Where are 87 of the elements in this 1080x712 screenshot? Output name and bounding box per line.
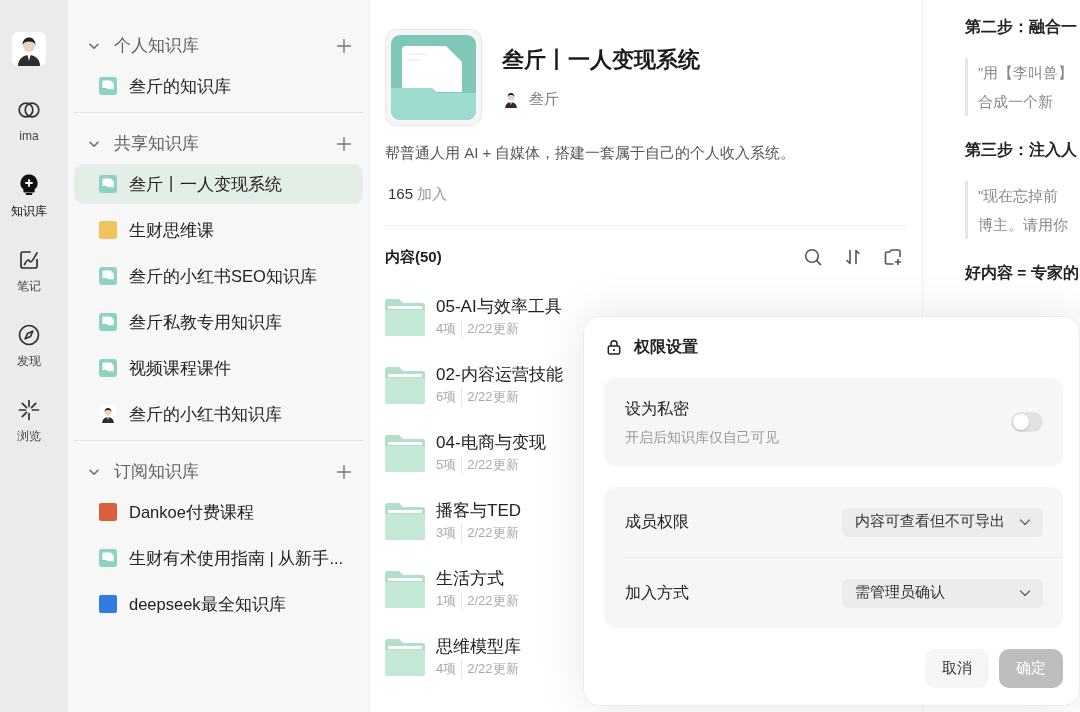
- chevron-down-icon: [1019, 587, 1031, 599]
- rail-tab[interactable]: ima: [6, 98, 52, 144]
- avatar-icon[interactable]: [12, 32, 46, 66]
- item-count: 4项: [436, 320, 457, 338]
- updated-date: 2/22更新: [461, 320, 519, 338]
- document-tile-icon: [99, 175, 117, 193]
- item-count: 3项: [436, 524, 457, 542]
- doc-quote: "现在忘掉前 博主。请用你: [965, 181, 1080, 239]
- dialog-title: 权限设置: [634, 337, 698, 357]
- plus-icon[interactable]: [337, 38, 351, 53]
- sidebar-item[interactable]: 叁斤丨一人变现系统: [74, 164, 363, 204]
- updated-date: 2/22更新: [461, 592, 519, 610]
- folder-icon: [385, 638, 425, 676]
- sidebar-item[interactable]: 视频课程课件: [74, 348, 363, 388]
- document-tile-icon: [99, 267, 117, 285]
- folder-add-icon[interactable]: [884, 248, 902, 266]
- doc-heading: 第三步：注入人: [965, 140, 1078, 160]
- rail-tab[interactable]: 知识库: [6, 173, 52, 219]
- folder-icon: [385, 570, 425, 608]
- author-name[interactable]: 叁斤: [529, 87, 559, 111]
- folder-icon: [385, 502, 425, 540]
- burst-icon: [17, 398, 41, 422]
- sidebar-item[interactable]: Dankoe付费课程: [74, 492, 363, 532]
- chevron-down-icon: [1019, 516, 1031, 528]
- item-count: 5项: [436, 456, 457, 474]
- updated-date: 2/22更新: [461, 388, 519, 406]
- section-title: 个人知识库: [114, 34, 199, 57]
- sidebar-item[interactable]: deepseek最全知识库: [74, 584, 363, 624]
- line-chart-icon: [17, 248, 41, 272]
- lock-icon: [606, 339, 622, 355]
- dropdown[interactable]: 需管理员确认: [842, 578, 1043, 608]
- setting-label: 成员权限: [625, 512, 689, 532]
- section-title: 共享知识库: [114, 132, 199, 155]
- avatar-icon: [99, 405, 117, 423]
- sidebar-item[interactable]: 叁斤私教专用知识库: [74, 302, 363, 342]
- folder-title[interactable]: 播客与TED: [436, 500, 521, 522]
- sort-icon[interactable]: [844, 248, 862, 266]
- setting-label: 加入方式: [625, 583, 689, 603]
- doc-heading: 第二步：融合一: [965, 17, 1078, 37]
- folder-icon: [385, 366, 425, 404]
- lightbulb-icon: [17, 173, 41, 197]
- folder-title[interactable]: 05-AI与效率工具: [436, 296, 562, 318]
- cancel-button[interactable]: 取消: [925, 649, 989, 688]
- sidebar-item[interactable]: 叁斤的知识库: [74, 66, 363, 106]
- folder-title[interactable]: 02-内容运营技能: [436, 364, 563, 386]
- compass-icon: [17, 323, 41, 347]
- sidebar-item[interactable]: 生财有术使用指南 | 从新手...: [74, 538, 363, 578]
- library-description: 帮普通人用 AI + 自媒体，搭建一套属于自己的个人收入系统。: [385, 143, 797, 163]
- updated-date: 2/22更新: [461, 524, 519, 542]
- document-tile-icon: [99, 359, 117, 377]
- doc-quote: "用【李叫兽】 合成一个新: [965, 58, 1080, 116]
- rail-tab[interactable]: 笔记: [6, 248, 52, 294]
- plus-icon[interactable]: [337, 464, 351, 479]
- toggle-switch[interactable]: [1011, 412, 1043, 432]
- document-tile-icon: [99, 77, 117, 95]
- sidebar-item[interactable]: 叁斤的小红书知识库: [74, 394, 363, 434]
- plus-icon[interactable]: [337, 136, 351, 151]
- content-heading: 内容(50): [385, 246, 442, 267]
- folder-title[interactable]: 思维模型库: [436, 636, 521, 658]
- folder-title[interactable]: 04-电商与变现: [436, 432, 546, 454]
- folder-icon: [385, 298, 425, 336]
- updated-date: 2/22更新: [461, 456, 519, 474]
- section-title: 订阅知识库: [114, 460, 199, 483]
- doc-heading: 好内容 = 专家的: [965, 263, 1080, 283]
- updated-date: 2/22更新: [461, 660, 519, 678]
- rail-tab[interactable]: 浏览: [6, 398, 52, 444]
- folder-icon: [385, 434, 425, 472]
- rail-tab[interactable]: 发现: [6, 323, 52, 369]
- setting-label: 设为私密: [625, 398, 690, 419]
- thumbnail-icon: [99, 503, 117, 521]
- member-label: 加入: [417, 184, 448, 204]
- member-count: 165: [388, 184, 414, 204]
- library-title: 叁斤丨一人变现系统: [502, 46, 700, 74]
- avatar-icon: [502, 90, 520, 108]
- item-count: 6项: [436, 388, 457, 406]
- item-count: 4项: [436, 660, 457, 678]
- thumbnail-icon: [99, 595, 117, 613]
- document-tile-icon: [99, 313, 117, 331]
- thumbnail-icon: [99, 221, 117, 239]
- dropdown[interactable]: 内容可查看但不可导出: [842, 507, 1043, 537]
- setting-hint: 开启后知识库仅自己可见: [625, 427, 779, 447]
- document-tile-icon: [99, 549, 117, 567]
- sidebar-item[interactable]: 叁斤的小红书SEO知识库: [74, 256, 363, 296]
- folder-title[interactable]: 生活方式: [436, 568, 519, 590]
- search-icon[interactable]: [804, 248, 822, 266]
- sidebar-item[interactable]: 生财思维课: [74, 210, 363, 250]
- item-count: 1项: [436, 592, 457, 610]
